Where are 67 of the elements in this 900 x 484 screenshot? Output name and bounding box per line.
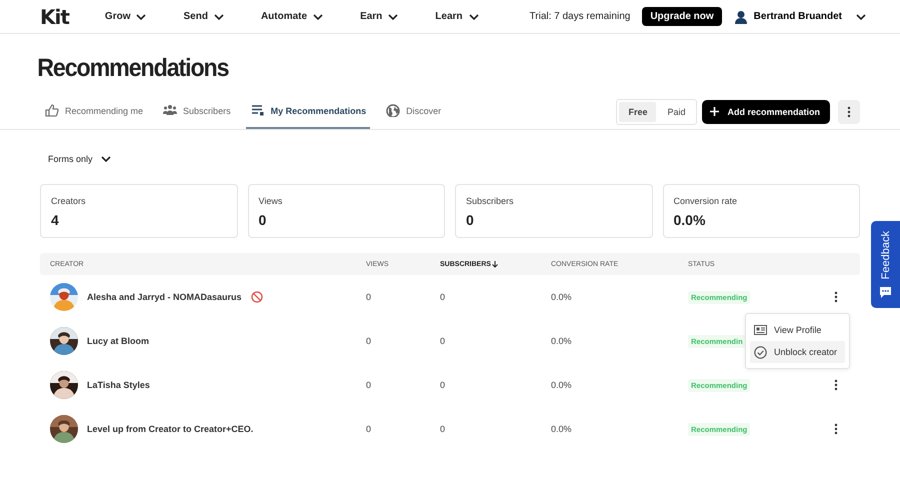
filter-dropdown[interactable]: Forms only: [48, 154, 111, 164]
table-cell-text: 0.0%: [551, 380, 573, 390]
add-recommendation-button[interactable]: Add recommendation: [702, 100, 830, 124]
nav-menu[interactable]: Automate: [260, 11, 324, 22]
chevron-down-icon: [100, 156, 111, 162]
table-cell-text: 0: [440, 292, 446, 302]
nav-menu[interactable]: Earn: [360, 11, 398, 22]
chevron-down-icon: [468, 14, 479, 20]
table-cell-text: 0: [366, 424, 372, 434]
thumbs-up-icon: [45, 104, 59, 117]
table-cell-text: 0.0%: [551, 424, 573, 434]
more-icon[interactable]: [834, 423, 838, 435]
trial-notice: Trial: 7 days remaining: [530, 11, 630, 22]
chevron-down-icon: [136, 14, 146, 20]
nav-menu[interactable]: Send: [183, 11, 224, 22]
globe-icon: [386, 104, 400, 117]
check-circle-icon: [754, 346, 767, 358]
page-title: Recommendations: [36, 53, 230, 84]
table-cell-text: 0: [366, 292, 372, 302]
nav-menu[interactable]: Learn: [435, 11, 479, 22]
tab[interactable]: Recommending me: [40, 94, 148, 129]
profile-card-icon: [754, 324, 767, 336]
more-icon[interactable]: [834, 379, 838, 391]
nav-menu[interactable]: Grow: [104, 11, 146, 22]
chevron-down-icon: [388, 14, 398, 20]
stat-value: 4: [51, 212, 60, 228]
table-cell-text: 0.0%: [551, 336, 573, 346]
table-cell-text: 0: [440, 380, 446, 390]
more-icon[interactable]: [834, 291, 838, 303]
more-button[interactable]: [838, 100, 860, 124]
chevron-down-icon: [856, 14, 866, 20]
chat-icon: [879, 286, 892, 298]
creator-name[interactable]: Level up from Creator to Creator+CEO.: [87, 424, 254, 434]
table-cell-text: 0: [440, 336, 446, 346]
table-cell-text: 0: [366, 380, 372, 390]
feedback-tab[interactable]: Feedback: [871, 221, 900, 308]
stat-value: 0.0%: [674, 212, 706, 228]
creator-name[interactable]: Alesha and Jarryd - NOMADasaurus: [87, 292, 242, 302]
user-menu[interactable]: Bertrand Bruandet: [734, 10, 866, 24]
sort-down-icon: [492, 260, 498, 268]
creator-name[interactable]: Lucy at Bloom: [87, 336, 150, 346]
menu-item[interactable]: View Profile: [750, 319, 845, 341]
tab[interactable]: Subscribers: [158, 94, 235, 129]
tab[interactable]: My Recommendations: [246, 94, 370, 129]
list-icon: [250, 104, 265, 117]
logo[interactable]: Kit: [40, 4, 69, 28]
stat-label: Subscribers: [466, 196, 515, 206]
plan-option[interactable]: Paid: [658, 102, 694, 122]
tab[interactable]: Discover: [381, 94, 446, 129]
creator-name[interactable]: LaTisha Styles: [87, 380, 150, 390]
table-cell-text: 0: [440, 424, 446, 434]
stat-value: 0: [466, 212, 475, 228]
upgrade-button[interactable]: Upgrade now: [642, 7, 722, 26]
table-cell-text: 0: [366, 336, 372, 346]
people-icon: [163, 104, 178, 117]
stat-value: 0: [258, 212, 268, 228]
plus-icon: [710, 107, 720, 116]
chevron-down-icon: [313, 14, 324, 20]
plan-option[interactable]: Free: [619, 102, 656, 122]
menu-item[interactable]: Unblock creator: [750, 341, 845, 363]
table-cell-text: 0.0%: [551, 292, 573, 302]
stat-label: Creators: [51, 196, 87, 206]
stat-label: Views: [258, 196, 284, 206]
stat-label: Conversion rate: [674, 196, 738, 206]
more-icon: [847, 106, 851, 118]
chevron-down-icon: [214, 14, 224, 20]
avatar-icon: [734, 10, 748, 24]
